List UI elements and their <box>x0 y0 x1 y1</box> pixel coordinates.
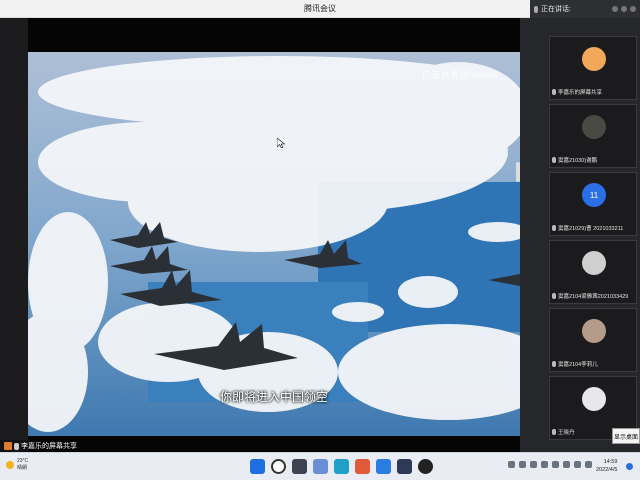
shared-screen-area[interactable]: 广东共青团 bilibili 你即将进入中国领空 <box>28 18 520 452</box>
participant-avatar <box>582 115 606 139</box>
close-icon[interactable] <box>630 6 636 12</box>
participant-tile[interactable]: 11 窦嘉21029)曹 2021033211 <box>549 172 637 236</box>
system-tray <box>508 461 592 468</box>
show-desktop-tooltip: 显示桌面 <box>612 428 640 444</box>
participant-avatar <box>582 387 606 411</box>
left-side-strip <box>0 18 28 452</box>
search-icon[interactable] <box>271 459 286 474</box>
widgets-icon[interactable] <box>313 459 328 474</box>
participant-avatar <box>582 251 606 275</box>
wifi-icon[interactable] <box>563 461 570 468</box>
participant-name: 窦嘉21029)曹 2021033211 <box>558 226 624 232</box>
participant-tile[interactable]: 窦嘉21030)谢鹏 <box>549 104 637 168</box>
tencent-meeting-icon[interactable] <box>376 459 391 474</box>
sun-icon <box>6 461 14 469</box>
taskbar-apps <box>250 459 433 474</box>
microphone-icon <box>552 293 556 299</box>
store-icon[interactable] <box>355 459 370 474</box>
task-view-icon[interactable] <box>292 459 307 474</box>
participant-avatar: 11 <box>582 183 606 207</box>
screen-share-label: 李嘉乐的屏幕共享 <box>0 440 81 452</box>
sharer-avatar-icon <box>4 442 12 450</box>
participant-name: 窦嘉2104梁雅茜2021033429 <box>558 294 629 300</box>
participant-name: 王晓丹 <box>558 430 575 436</box>
volume-icon[interactable] <box>574 461 581 468</box>
system-clock[interactable]: 14:59 2022/4/5 <box>596 458 617 474</box>
tray-icon[interactable] <box>541 461 548 468</box>
participant-avatar <box>582 47 606 71</box>
notification-icon[interactable] <box>626 463 633 470</box>
microphone-icon <box>552 225 556 231</box>
participant-tile[interactable]: 窦嘉2104梁雅茜2021033429 <box>549 240 637 304</box>
microphone-icon <box>552 89 556 95</box>
participant-avatar <box>582 319 606 343</box>
tray-icon[interactable] <box>519 461 526 468</box>
participant-name: 李嘉乐的屏幕共享 <box>558 90 603 96</box>
microphone-icon <box>552 429 556 435</box>
clock-time: 14:59 <box>603 459 618 465</box>
microphone-icon <box>552 361 556 367</box>
clock-date: 2022/4/5 <box>596 467 618 473</box>
participant-tile[interactable]: 李嘉乐的屏幕共享 <box>549 36 637 100</box>
video-subtitle: 你即将进入中国领空 <box>219 390 328 404</box>
battery-icon[interactable] <box>585 461 592 468</box>
weather-widget[interactable]: 23°C 晴朗 <box>6 458 28 472</box>
video-watermark: 广东共青团 bilibili <box>422 70 499 80</box>
shared-video[interactable]: 广东共青团 bilibili 你即将进入中国领空 <box>28 52 520 436</box>
tray-icon[interactable] <box>508 461 515 468</box>
chevron-up-icon[interactable] <box>552 461 559 468</box>
taskbar: 23°C 晴朗 14:59 2022/4/5 <box>0 452 640 480</box>
participant-name: 窦嘉2104李莉儿 <box>558 362 598 368</box>
windows-start-icon[interactable] <box>250 459 265 474</box>
minimize-icon[interactable] <box>612 6 618 12</box>
weather-description: 晴朗 <box>17 465 28 471</box>
weather-temperature: 23°C <box>17 458 29 464</box>
speaking-label: 正在讲话: <box>541 6 571 13</box>
participant-name: 窦嘉21030)谢鹏 <box>558 158 598 164</box>
maximize-icon[interactable] <box>621 6 627 12</box>
mouse-cursor-icon <box>277 138 285 148</box>
app-icon[interactable] <box>418 459 433 474</box>
edge-browser-icon[interactable] <box>334 459 349 474</box>
tray-icon[interactable] <box>530 461 537 468</box>
app-window: 腾讯会议 广东共青团 bilibili 你即将进入中国领空 李嘉乐的屏幕共享 正… <box>0 0 640 480</box>
microphone-icon <box>534 5 538 13</box>
microphone-icon <box>552 157 556 163</box>
video-frame-image <box>28 52 520 436</box>
screen-share-label-text: 李嘉乐的屏幕共享 <box>21 443 77 450</box>
microphone-icon <box>14 442 19 450</box>
app-icon[interactable] <box>397 459 412 474</box>
window-controls <box>612 6 636 12</box>
speaking-indicator: 正在讲话: <box>530 0 640 18</box>
participant-tile[interactable]: 窦嘉2104李莉儿 <box>549 308 637 372</box>
